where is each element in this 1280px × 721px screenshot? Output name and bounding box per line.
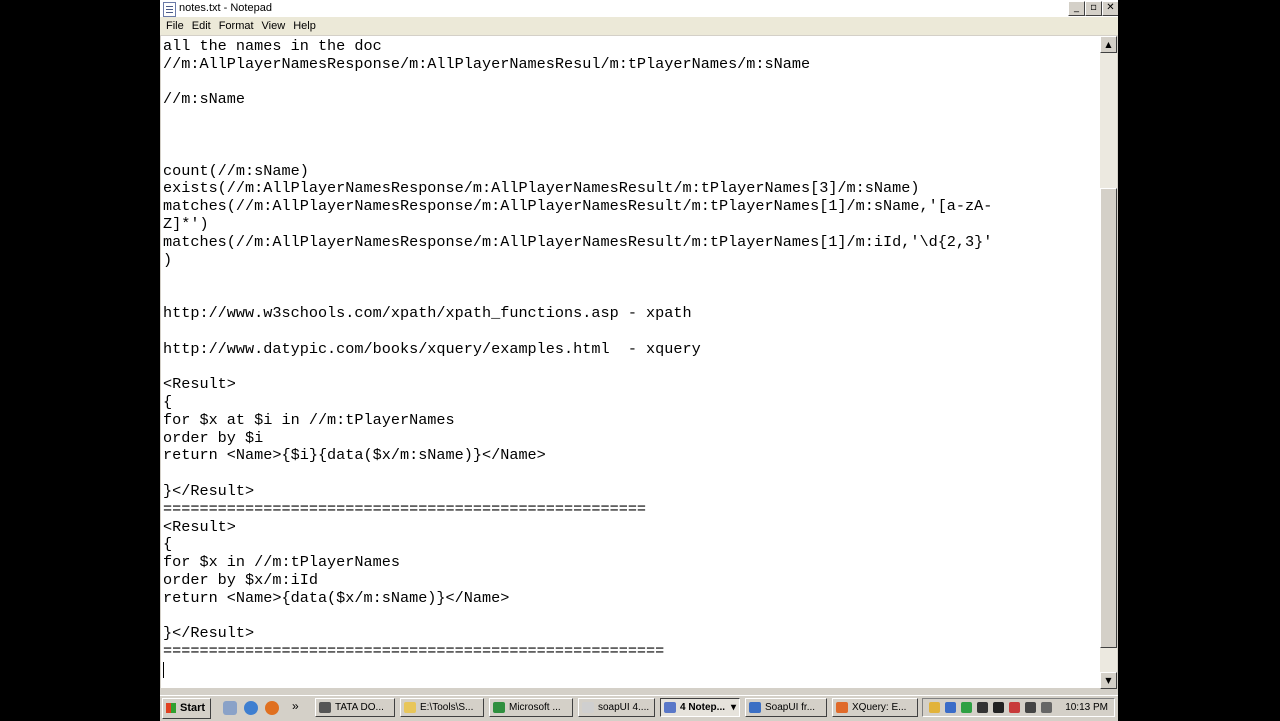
- editor-line: return <Name>{$i}{data($x/m:sName)}</Nam…: [163, 446, 546, 465]
- editor-line: exists(//m:AllPlayerNamesResponse/m:AllP…: [163, 179, 920, 198]
- taskbar-button-label: Microsoft ...: [509, 702, 561, 713]
- editor-line: order by $i: [163, 428, 264, 447]
- editor-line: matches(//m:AllPlayerNamesResponse/m:All…: [163, 232, 993, 251]
- tray-icon[interactable]: [977, 702, 988, 713]
- editor-line: //m:AllPlayerNamesResponse/m:AllPlayerNa…: [163, 54, 811, 73]
- editor-line: //m:sName: [163, 90, 246, 109]
- editor-line: for $x in //m:tPlayerNames: [163, 553, 400, 572]
- taskbar: Start » TATA DO... E:\Tools\S... Microsoft…: [160, 695, 1118, 721]
- window-title: notes.txt - Notepad: [179, 2, 272, 14]
- editor-line: count(//m:sName): [163, 161, 309, 180]
- start-label: Start: [180, 702, 206, 714]
- taskbar-app-icon: [319, 702, 331, 713]
- taskbar-app-icon: [749, 702, 761, 713]
- menu-view[interactable]: View: [258, 17, 290, 35]
- tray-icon[interactable]: [945, 702, 956, 713]
- menu-bar: File Edit Format View Help: [160, 17, 1118, 35]
- editor-line: all the names in the doc: [163, 37, 382, 55]
- show-desktop-icon[interactable]: [223, 701, 237, 715]
- tray-icon[interactable]: [993, 702, 1004, 713]
- taskbar-button-label: 4 Notep...: [680, 702, 726, 713]
- vertical-scrollbar[interactable]: ▲ ▼: [1100, 36, 1117, 689]
- taskbar-button-label: XQuery: E...: [852, 702, 907, 713]
- taskbar-app-icon: [404, 702, 416, 713]
- menu-file[interactable]: File: [162, 17, 188, 35]
- scroll-thumb[interactable]: [1100, 188, 1117, 648]
- editor-line: ========================================…: [163, 499, 647, 518]
- tray-icon[interactable]: [1041, 702, 1052, 713]
- menu-format[interactable]: Format: [215, 17, 258, 35]
- taskbar-button[interactable]: TATA DO...: [315, 698, 395, 717]
- editor-line: Z]*'): [163, 214, 209, 233]
- firefox-icon[interactable]: [265, 701, 279, 715]
- editor-line: ): [163, 250, 173, 269]
- editor-line: {: [163, 392, 173, 411]
- taskbar-app-icon: [664, 702, 676, 713]
- editor-text[interactable]: all the names in the doc //m:AllPlayerNa…: [163, 37, 993, 661]
- tray-icon[interactable]: [1025, 702, 1036, 713]
- taskbar-button[interactable]: E:\Tools\S...: [400, 698, 484, 717]
- notepad-icon: [163, 2, 176, 17]
- menu-help[interactable]: Help: [289, 17, 320, 35]
- scroll-down-button[interactable]: ▼: [1100, 672, 1117, 689]
- taskbar-button-label: SoapUI fr...: [765, 702, 816, 713]
- taskbar-button-label: E:\Tools\S...: [420, 702, 474, 713]
- maximize-button[interactable]: ▫: [1085, 1, 1102, 16]
- title-bar[interactable]: notes.txt - Notepad _ ▫ ✕: [160, 0, 1118, 17]
- tray-icon[interactable]: [961, 702, 972, 713]
- internet-explorer-icon[interactable]: [244, 701, 258, 715]
- editor-line: <Result>: [163, 375, 236, 394]
- editor-line: }</Result>: [163, 624, 255, 643]
- quicklaunch-more-icon[interactable]: »: [292, 699, 299, 713]
- editor-line: http://www.datypic.com/books/xquery/exam…: [163, 339, 701, 358]
- taskbar-button[interactable]: SoapUI fr...: [745, 698, 827, 717]
- tray-icon[interactable]: [1009, 702, 1020, 713]
- menu-edit[interactable]: Edit: [188, 17, 215, 35]
- taskbar-button[interactable]: 4 Notep... ▾: [660, 698, 740, 717]
- taskbar-app-icon: [836, 702, 848, 713]
- group-menu-icon: ▾: [730, 702, 736, 713]
- editor-line: http://www.w3schools.com/xpath/xpath_fun…: [163, 303, 692, 322]
- scroll-up-button[interactable]: ▲: [1100, 36, 1117, 53]
- tray-icon[interactable]: [929, 702, 940, 713]
- editor-line: order by $x/m:iId: [163, 570, 318, 589]
- editor-line: for $x at $i in //m:tPlayerNames: [163, 410, 455, 429]
- text-editor[interactable]: all the names in the doc //m:AllPlayerNa…: [161, 36, 1100, 688]
- taskbar-button-label: soapUI 4....: [598, 702, 650, 713]
- system-tray: 10:13 PM: [922, 698, 1115, 717]
- taskbar-app-icon: [493, 702, 505, 713]
- taskbar-button[interactable]: Microsoft ...: [489, 698, 573, 717]
- editor-line: ========================================…: [163, 642, 665, 661]
- windows-logo-icon: [166, 703, 176, 713]
- taskbar-button-label: TATA DO...: [335, 702, 384, 713]
- editor-line: <Result>: [163, 517, 236, 536]
- notepad-window: notes.txt - Notepad _ ▫ ✕ File Edit Format…: [160, 0, 1118, 695]
- text-caret: [163, 662, 164, 678]
- editor-line: }</Result>: [163, 481, 255, 500]
- editor-line: {: [163, 535, 173, 554]
- minimize-button[interactable]: _: [1068, 1, 1085, 16]
- editor-line: return <Name>{data($x/m:sName)}</Name>: [163, 588, 510, 607]
- taskbar-button[interactable]: XQuery: E...: [832, 698, 918, 717]
- start-button[interactable]: Start: [162, 698, 211, 719]
- editor-line: matches(//m:AllPlayerNamesResponse/m:All…: [163, 197, 993, 216]
- taskbar-button[interactable]: soapUI 4....: [578, 698, 655, 717]
- clock: 10:13 PM: [1065, 702, 1108, 713]
- taskbar-app-icon: [582, 702, 594, 713]
- close-button[interactable]: ✕: [1102, 1, 1118, 16]
